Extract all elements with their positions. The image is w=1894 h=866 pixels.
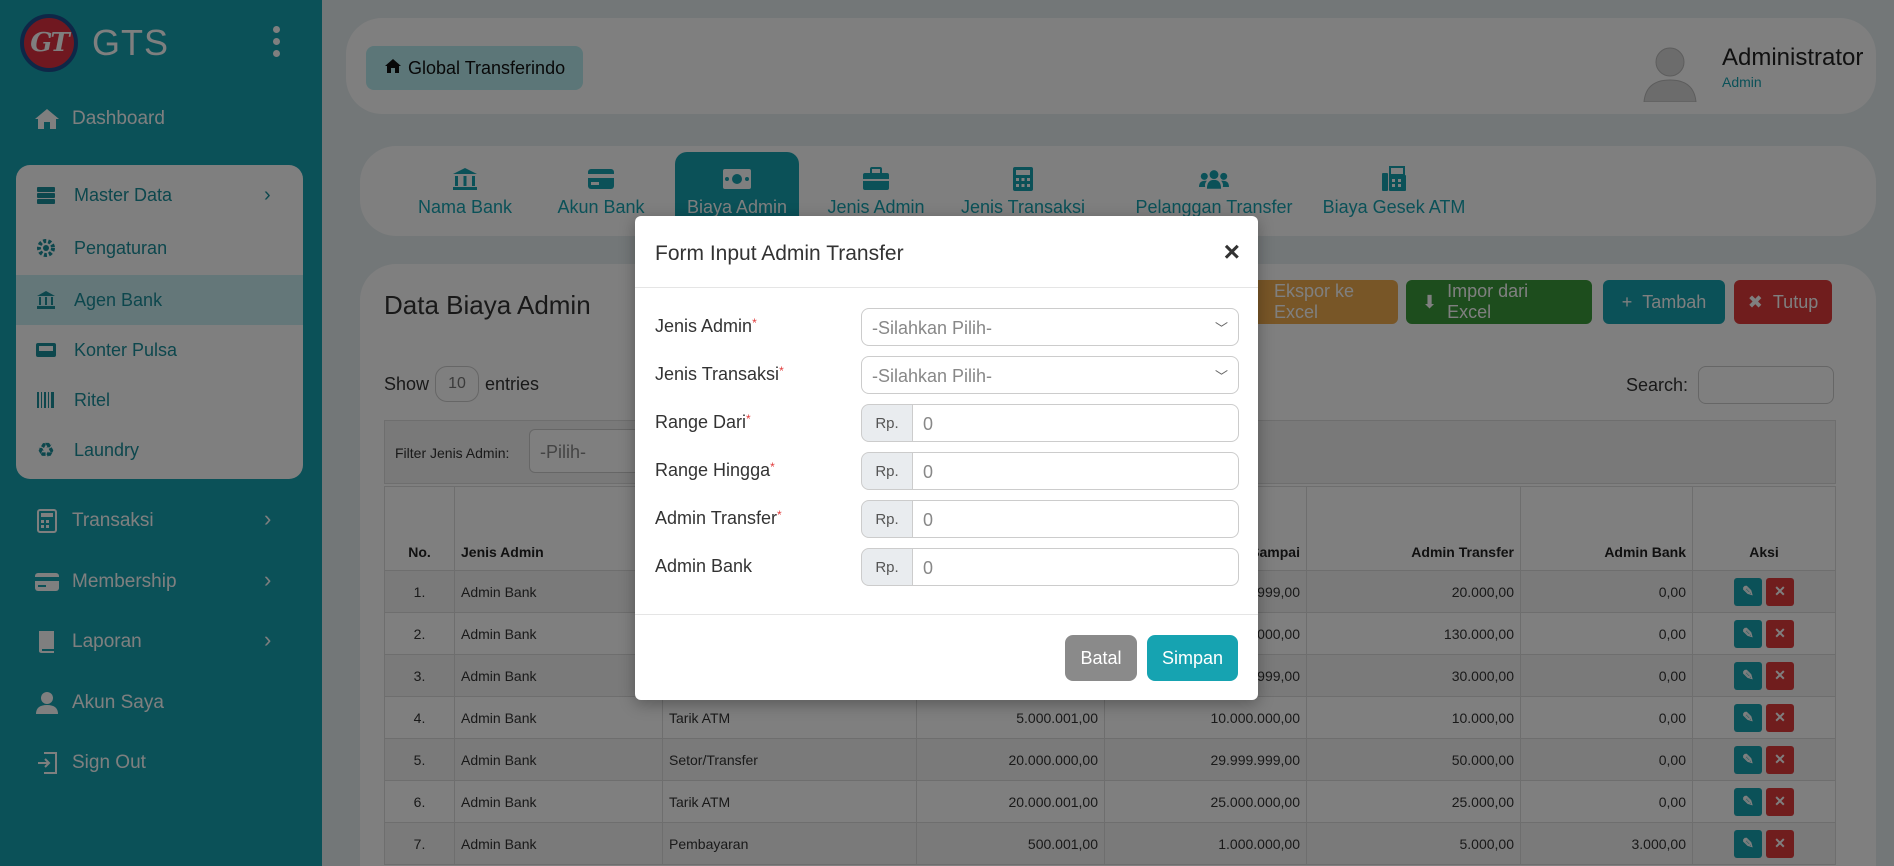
jenis-admin-select[interactable]: -Silahkan Pilih- ﹀ xyxy=(861,308,1239,346)
select-value: -Silahkan Pilih- xyxy=(872,318,993,338)
field-range-hingga: Range Hingga* Rp. 0 xyxy=(655,452,1239,492)
select-value: -Silahkan Pilih- xyxy=(872,366,993,386)
jenis-transaksi-select[interactable]: -Silahkan Pilih- ﹀ xyxy=(861,356,1239,394)
field-label: Jenis Transaksi* xyxy=(655,364,784,384)
required-mark: * xyxy=(770,460,775,474)
cancel-button[interactable]: Batal xyxy=(1065,635,1137,681)
range-dari-input[interactable]: 0 xyxy=(912,404,1239,442)
currency-prefix: Rp. xyxy=(861,452,913,490)
chevron-down-icon: ﹀ xyxy=(1214,369,1228,384)
modal-footer: Batal Simpan xyxy=(635,614,1258,700)
modal-title: Form Input Admin Transfer xyxy=(655,242,904,265)
field-label: Jenis Admin* xyxy=(655,316,757,336)
required-mark: * xyxy=(779,364,784,378)
modal-header: Form Input Admin Transfer × xyxy=(635,216,1258,288)
required-mark: * xyxy=(777,508,782,522)
field-label: Admin Bank xyxy=(655,556,753,576)
currency-prefix: Rp. xyxy=(861,404,913,442)
field-jenis-transaksi: Jenis Transaksi* -Silahkan Pilih- ﹀ xyxy=(655,356,1239,396)
chevron-down-icon: ﹀ xyxy=(1214,321,1228,336)
admin-bank-input[interactable]: 0 xyxy=(912,548,1239,586)
field-range-dari: Range Dari* Rp. 0 xyxy=(655,404,1239,444)
close-icon[interactable]: × xyxy=(1224,236,1240,268)
currency-prefix: Rp. xyxy=(861,500,913,538)
admin-transfer-input[interactable]: 0 xyxy=(912,500,1239,538)
currency-prefix: Rp. xyxy=(861,548,913,586)
field-label: Range Dari* xyxy=(655,412,751,432)
field-label: Range Hingga* xyxy=(655,460,775,480)
save-button[interactable]: Simpan xyxy=(1147,635,1238,681)
admin-transfer-modal: Form Input Admin Transfer × Jenis Admin*… xyxy=(635,216,1258,700)
field-label: Admin Transfer* xyxy=(655,508,782,528)
required-mark: * xyxy=(746,412,751,426)
field-admin-transfer: Admin Transfer* Rp. 0 xyxy=(655,500,1239,540)
range-hingga-input[interactable]: 0 xyxy=(912,452,1239,490)
field-jenis-admin: Jenis Admin* -Silahkan Pilih- ﹀ xyxy=(655,308,1239,348)
required-mark: * xyxy=(752,316,757,330)
field-admin-bank: Admin Bank Rp. 0 xyxy=(655,548,1239,588)
